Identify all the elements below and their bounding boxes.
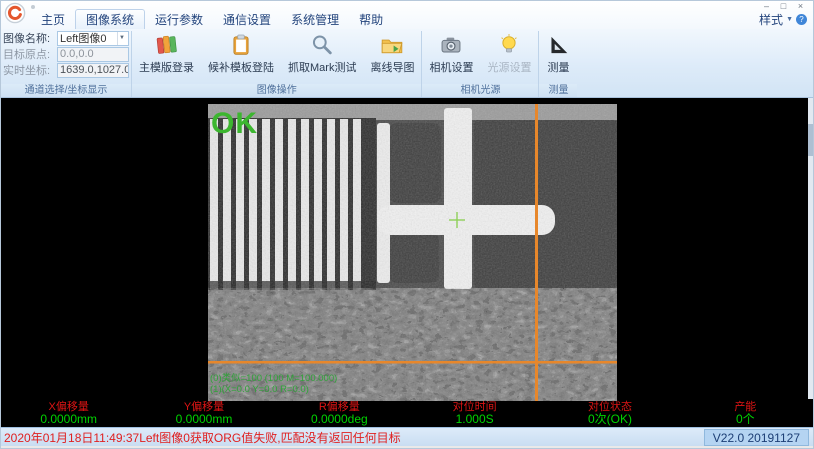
camera-settings-button[interactable]: 相机设置 — [422, 29, 480, 84]
match-score-overlay: (0)类似=100 (100 M=100.000) — [210, 372, 337, 384]
group-footer-camera-light: 相机光源 — [422, 84, 538, 97]
scrollbar-thumb[interactable] — [808, 124, 813, 156]
bulb-icon — [497, 33, 521, 57]
status-message: 2020年01月18日11:49:37Left图像0获取ORG值失败,匹配没有返… — [1, 429, 704, 446]
image-name-combo[interactable]: Left图像0 ▼ — [57, 31, 129, 46]
version-badge: V22.0 20191127 — [704, 429, 809, 446]
realtime-coord-label: 实时坐标: — [3, 62, 57, 78]
status-bar: 2020年01月18日11:49:37Left图像0获取ORG值失败,匹配没有返… — [1, 427, 813, 446]
group-measure: 测量 测量 — [539, 29, 577, 97]
y-offset-cell: Y偏移量 0.0000mm — [136, 401, 271, 427]
ribbon-empty-area — [577, 29, 813, 97]
master-template-login-button[interactable]: 主模版登录 — [132, 29, 201, 84]
set-square-icon — [546, 33, 570, 57]
chevron-down-icon[interactable]: ▼ — [117, 32, 126, 45]
group-camera-light: 相机设置 光源设置 相机光源 — [422, 29, 538, 97]
group-footer-channel: 通道选择/坐标显示 — [1, 84, 131, 97]
camera-image: OK (0)类似=100 (100 M=100.000) (1)(X=0.0 Y… — [208, 104, 617, 401]
alignment-crosshair-horizontal — [208, 361, 617, 364]
camera-icon — [439, 33, 463, 57]
grab-mark-test-button[interactable]: 抓取Mark测试 — [281, 29, 363, 84]
tab-home[interactable]: 主页 — [31, 10, 75, 29]
group-image-ops: 主模版登录 候补模板登陆 抓取Mark测试 — [132, 29, 421, 97]
magnifier-icon — [310, 33, 334, 57]
x-offset-cell: X偏移量 0.0000mm — [1, 401, 136, 427]
window-bottom-edge — [1, 446, 813, 448]
backup-template-login-button[interactable]: 候补模板登陆 — [201, 29, 281, 84]
style-dropdown-caret-icon[interactable]: ▼ — [786, 16, 793, 23]
group-channel-select: 图像名称: Left图像0 ▼ 目标原点: 0.0,0.0 实时坐标: 1639… — [1, 29, 131, 97]
books-icon — [155, 33, 179, 57]
r-offset-value: 0.0000deg — [272, 413, 407, 426]
align-time-cell: 对位时间 1.000S — [407, 401, 542, 427]
clipboard-icon — [229, 33, 253, 57]
match-offset-overlay: (1)(X=0.0 Y=0.0 R=0.0) — [210, 384, 309, 395]
measurement-panel: X偏移量 0.0000mm Y偏移量 0.0000mm R偏移量 0.0000d… — [1, 399, 813, 427]
realtime-coord-field[interactable]: 1639.0,1027.0 — [57, 63, 129, 78]
app-logo-icon[interactable] — [4, 2, 26, 24]
app-window: – □ × 主页 图像系统 运行参数 通信设置 系统管理 帮助 样式 ▼ ? 图… — [0, 0, 814, 449]
tab-run-params[interactable]: 运行参数 — [145, 10, 213, 29]
align-time-value: 1.000S — [407, 413, 542, 426]
image-name-label: 图像名称: — [3, 30, 57, 46]
r-offset-cell: R偏移量 0.0000deg — [272, 401, 407, 427]
align-status-cell: 对位状态 0次(OK) — [542, 401, 677, 427]
tab-image-system[interactable]: 图像系统 — [75, 9, 145, 29]
offline-map-button[interactable]: 离线导图 — [363, 29, 421, 84]
titlebar: – □ × 主页 图像系统 运行参数 通信设置 系统管理 帮助 样式 ▼ ? — [1, 1, 813, 29]
target-origin-label: 目标原点: — [3, 46, 57, 62]
tab-comm-settings[interactable]: 通信设置 — [213, 10, 281, 29]
vertical-scrollbar[interactable] — [808, 98, 813, 400]
y-offset-value: 0.0000mm — [136, 413, 271, 426]
x-offset-value: 0.0000mm — [1, 413, 136, 426]
ribbon: 图像名称: Left图像0 ▼ 目标原点: 0.0,0.0 实时坐标: 1639… — [1, 29, 813, 98]
result-ok-label: OK — [211, 107, 258, 140]
alignment-crosshair-vertical — [535, 104, 538, 401]
camera-image-viewer[interactable]: OK (0)类似=100 (100 M=100.000) (1)(X=0.0 Y… — [1, 98, 813, 400]
style-button[interactable]: 样式 — [759, 11, 783, 28]
tab-help[interactable]: 帮助 — [349, 10, 393, 29]
quick-access-dot — [31, 5, 35, 9]
align-status-value: 0次(OK) — [542, 413, 677, 426]
help-icon[interactable]: ? — [796, 14, 807, 25]
tab-system-mgmt[interactable]: 系统管理 — [281, 10, 349, 29]
target-origin-field[interactable]: 0.0,0.0 — [57, 47, 129, 62]
throughput-value: 0个 — [678, 413, 813, 426]
throughput-cell: 产能 0个 — [678, 401, 813, 427]
folder-export-icon — [380, 33, 404, 57]
group-footer-image-ops: 图像操作 — [132, 84, 421, 97]
group-footer-measure: 测量 — [539, 84, 577, 97]
measure-button[interactable]: 测量 — [539, 29, 577, 84]
menu-bar: 主页 图像系统 运行参数 通信设置 系统管理 帮助 — [31, 13, 813, 29]
light-settings-button[interactable]: 光源设置 — [480, 29, 538, 84]
